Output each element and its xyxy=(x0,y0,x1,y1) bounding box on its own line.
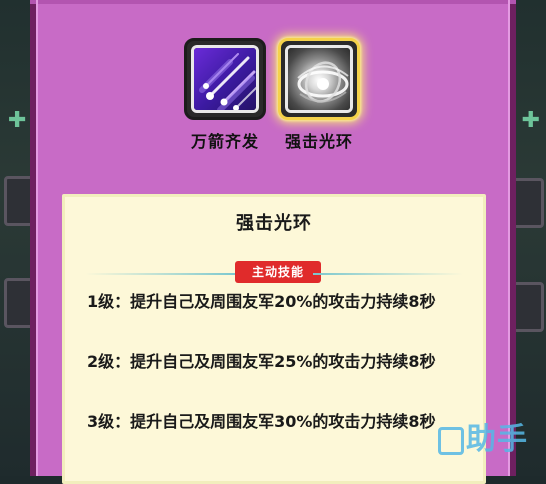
skill-frame[interactable] xyxy=(184,38,266,120)
divider-left xyxy=(85,273,235,275)
arrow-volley-art xyxy=(199,53,256,110)
skill-card-arrow-volley[interactable]: 万箭齐发 xyxy=(182,38,268,152)
skill-frame-selected[interactable] xyxy=(278,38,360,120)
watermark: 助手 xyxy=(438,414,528,458)
strike-aura-icon xyxy=(288,48,350,110)
skill-card-strike-aura[interactable]: 强击光环 xyxy=(276,38,362,152)
plus-icon-right: ✚ xyxy=(521,108,540,133)
skill-type-badge: 主动技能 xyxy=(235,261,321,283)
divider-right xyxy=(313,273,463,275)
level-3-description: 3级：提升自己及周围友军30%的攻击力持续8秒 xyxy=(87,412,436,431)
skill-title: 强击光环 xyxy=(236,213,312,234)
level-1-description: 1级：提升自己及周围友军20%的攻击力持续8秒 xyxy=(87,292,436,311)
skill-icon-inner xyxy=(285,45,353,113)
watermark-text: 助手 xyxy=(466,422,528,457)
skill-icon-inner xyxy=(191,45,259,113)
skill-description-card: 强击光环 主动技能 1级：提升自己及周围友军20%的攻击力持续8秒 2级：提升自… xyxy=(62,194,486,484)
strike-aura-art xyxy=(297,61,349,103)
plus-icon-left: ✚ xyxy=(8,108,27,133)
skill-label: 强击光环 xyxy=(284,132,353,151)
level-2-description: 2级：提升自己及周围友军25%的攻击力持续8秒 xyxy=(87,352,436,371)
arrow-volley-icon xyxy=(194,48,256,110)
skill-label: 万箭齐发 xyxy=(190,132,259,151)
watermark-logo-icon xyxy=(438,426,464,455)
